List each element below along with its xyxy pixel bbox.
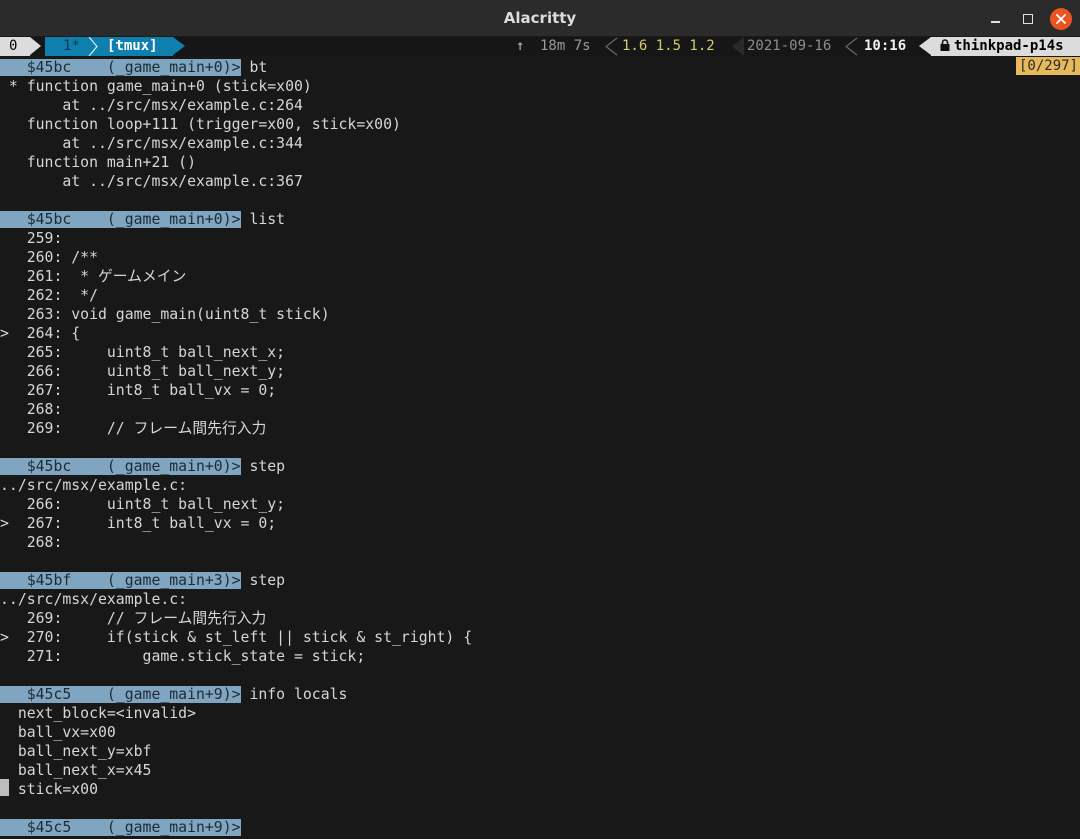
terminal-output-line: ../src/msx/example.c: bbox=[0, 477, 188, 494]
terminal-output-line: 269: // フレーム間先行入力 bbox=[0, 610, 267, 627]
gdb-prompt-line: $45bc (_game_main+0)> list bbox=[0, 210, 285, 229]
terminal-output-line: 260: /** bbox=[0, 249, 98, 266]
gdb-prompt-line: $45c5 (_game_main+9)> info locals bbox=[0, 685, 347, 704]
powerline-left-separator-icon bbox=[605, 37, 618, 56]
tmux-status-bar: 0 1* [tmux] ↑ 18m 7s 1.6 1.5 1.2 2021-09… bbox=[0, 37, 1080, 56]
tmux-window-1[interactable]: 1* bbox=[45, 37, 90, 56]
scroll-position-indicator: [0/297] bbox=[1015, 57, 1080, 75]
terminal-output-line: > 270: if(stick & st_left || stick & st_… bbox=[0, 629, 473, 646]
terminal-output-line: 262: */ bbox=[0, 287, 98, 304]
tmux-window-0[interactable]: 0 bbox=[0, 37, 30, 56]
minimize-button[interactable] bbox=[984, 8, 1006, 30]
gdb-command: step bbox=[240, 572, 286, 589]
gdb-command: step bbox=[240, 458, 286, 475]
gdb-command: info locals bbox=[240, 686, 348, 703]
terminal-output-line: at ../src/msx/example.c:344 bbox=[0, 135, 303, 152]
minimize-icon bbox=[990, 21, 1000, 23]
close-icon bbox=[1056, 14, 1066, 24]
terminal-output[interactable]: $45bc (_game_main+0)> bt * function game… bbox=[0, 56, 1080, 839]
terminal-output-line: 268: bbox=[0, 534, 63, 551]
window-title: Alacritty bbox=[503, 9, 577, 27]
terminal-output-line: 265: uint8_t ball_next_x; bbox=[0, 344, 286, 361]
lock-icon bbox=[940, 39, 950, 51]
tmux-session-name: [tmux] bbox=[98, 37, 173, 56]
powerline-left-arrow-icon bbox=[919, 37, 931, 55]
gdb-prompt: $45c5 (_game_main+9)> bbox=[0, 819, 241, 836]
gdb-prompt: $45bc (_game_main+0)> bbox=[0, 59, 241, 76]
load-average: 1.6 1.5 1.2 bbox=[622, 38, 715, 54]
maximize-icon bbox=[1023, 14, 1033, 24]
powerline-separator-icon bbox=[88, 37, 98, 56]
terminal-output-line: 261: * ゲームメイン bbox=[0, 268, 187, 285]
terminal-output-line: 259: bbox=[0, 230, 63, 247]
terminal-output-line: 266: uint8_t ball_next_y; bbox=[0, 496, 286, 513]
terminal-output-line: function main+21 () bbox=[0, 154, 196, 171]
powerline-left-arrow-icon bbox=[732, 37, 744, 56]
window-titlebar[interactable]: Alacritty bbox=[0, 0, 1080, 37]
gdb-prompt-line: $45bc (_game_main+0)> step bbox=[0, 457, 285, 476]
terminal-cursor bbox=[0, 779, 9, 796]
maximize-button[interactable] bbox=[1017, 8, 1039, 30]
terminal-output-line: stick=x00 bbox=[0, 781, 98, 798]
gdb-prompt: $45bc (_game_main+0)> bbox=[0, 211, 241, 228]
terminal-output-line: ../src/msx/example.c: bbox=[0, 591, 188, 608]
terminal-output-line: 268: bbox=[0, 401, 63, 418]
uptime-value: 18m 7s bbox=[540, 38, 591, 54]
terminal-output-line: at ../src/msx/example.c:264 bbox=[0, 97, 303, 114]
terminal-output-line: > 264: { bbox=[0, 325, 81, 342]
terminal-output-line: ball_next_x=x45 bbox=[0, 762, 152, 779]
date-value: 2021-09-16 bbox=[747, 38, 832, 54]
hostname-segment: thinkpad-p14s bbox=[931, 37, 1080, 56]
terminal-output-line: ball_next_y=xbf bbox=[0, 743, 152, 760]
terminal-output-line: 271: game.stick_state = stick; bbox=[0, 648, 366, 665]
gdb-prompt-line: $45c5 (_game_main+9)> bbox=[0, 818, 241, 837]
terminal-output-line: next_block=<invalid> bbox=[0, 705, 196, 722]
terminal-output-line: * function game_main+0 (stick=x00) bbox=[0, 78, 312, 95]
terminal-output-line: > 267: int8_t ball_vx = 0; bbox=[0, 515, 277, 532]
terminal-output-line: 266: uint8_t ball_next_y; bbox=[0, 363, 286, 380]
powerline-left-separator-icon bbox=[845, 37, 858, 56]
close-button[interactable] bbox=[1050, 8, 1072, 30]
gdb-prompt-line: $45bf (_game_main+3)> step bbox=[0, 571, 285, 590]
gdb-command: bt bbox=[240, 59, 268, 76]
hostname: thinkpad-p14s bbox=[954, 38, 1064, 54]
gdb-prompt-line: $45bc (_game_main+0)> bt bbox=[0, 58, 267, 77]
clock-time: 10:16 bbox=[864, 38, 907, 54]
gdb-command: list bbox=[240, 211, 286, 228]
gdb-prompt: $45c5 (_game_main+9)> bbox=[0, 686, 241, 703]
terminal-output-line: 267: int8_t ball_vx = 0; bbox=[0, 382, 277, 399]
gdb-prompt: $45bc (_game_main+0)> bbox=[0, 458, 241, 475]
powerline-arrow-icon bbox=[173, 37, 185, 55]
terminal-output-line: at ../src/msx/example.c:367 bbox=[0, 173, 303, 190]
terminal-output-line: 269: // フレーム間先行入力 bbox=[0, 420, 267, 437]
powerline-arrow-icon bbox=[30, 37, 41, 55]
terminal-output-line: ball_vx=x00 bbox=[0, 724, 116, 741]
terminal-output-line: function loop+111 (trigger=x00, stick=x0… bbox=[0, 116, 401, 133]
gdb-prompt: $45bf (_game_main+3)> bbox=[0, 572, 241, 589]
uptime-arrow-icon: ↑ bbox=[516, 38, 525, 54]
terminal-output-line: 263: void game_main(uint8_t stick) bbox=[0, 306, 330, 323]
